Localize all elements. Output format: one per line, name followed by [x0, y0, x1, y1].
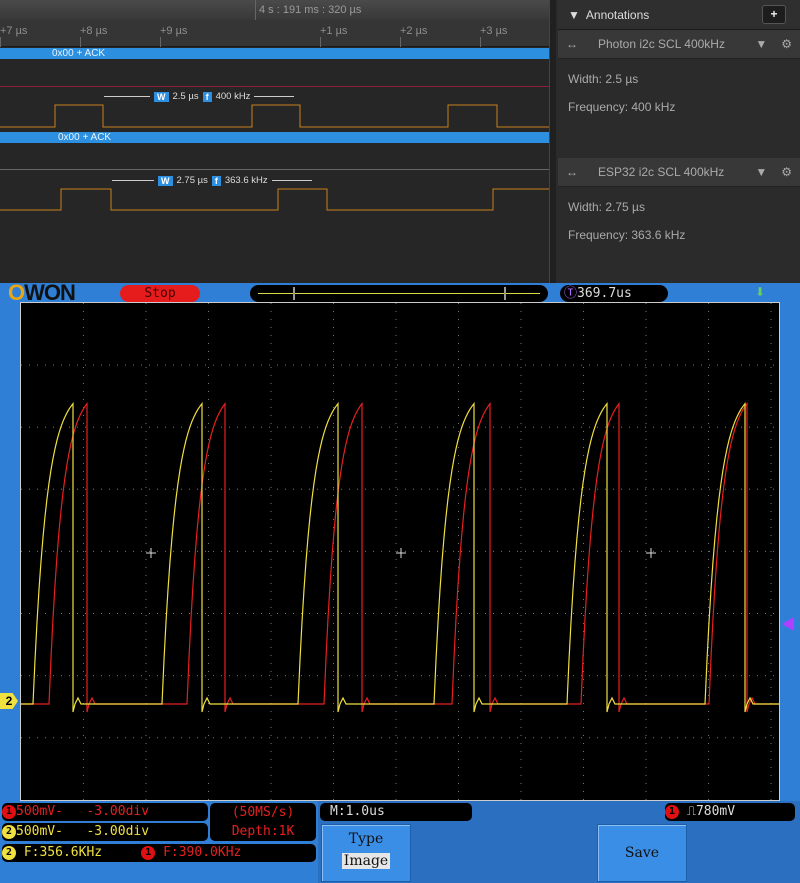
- annotation-name[interactable]: Photon i2c SCL 400kHz: [598, 37, 735, 51]
- ch1-settings: 1 500mV- -3.00div: [2, 803, 208, 821]
- scope-screen: [20, 302, 780, 801]
- width-arrows-icon: ↔: [566, 37, 578, 51]
- trigger-time-value: 369.7us: [577, 286, 632, 301]
- waveform-view[interactable]: 4 s : 191 ms : 320 µs +7 µs +8 µs +9 µs …: [0, 0, 549, 283]
- trigger-source-icon: 1: [665, 804, 679, 819]
- ch2-icon: 2: [2, 824, 16, 839]
- ch2-waveform: [21, 401, 779, 713]
- ch2-settings: 2 500mV- -3.00div: [2, 823, 208, 841]
- type-label: Type: [348, 831, 384, 847]
- memory-depth: Depth:1K: [231, 824, 295, 839]
- ch2-level-marker: 2: [0, 693, 18, 709]
- annotation-frequency: Frequency: 363.6 kHz: [568, 228, 686, 242]
- save-button[interactable]: Save: [597, 824, 687, 882]
- panel-title: Annotations: [585, 7, 650, 22]
- ch1-frequency: F:390.0KHz: [163, 845, 242, 860]
- ch1-icon: 1: [2, 804, 16, 819]
- annotations-panel: ▼ Annotations + ↔ Photon i2c SCL 400kHz ▼ ⚙ …: [558, 0, 800, 283]
- type-button[interactable]: Type Image: [321, 824, 411, 882]
- gear-icon[interactable]: ⚙: [781, 37, 792, 51]
- acquisition-info: (50MS/s) Depth:1K: [210, 803, 316, 841]
- type-value: Image: [341, 853, 391, 869]
- run-state: Stop: [120, 285, 200, 302]
- sample-rate: (50MS/s): [231, 805, 295, 820]
- memory-position-bar: [250, 285, 548, 302]
- trigger-time: Ⓣ369.7us: [560, 285, 668, 302]
- clock-traces: [0, 104, 549, 211]
- ch1-scale: 500mV-: [16, 804, 63, 819]
- gear-icon[interactable]: ⚙: [781, 165, 792, 179]
- width-arrows-icon: ↔: [566, 165, 578, 179]
- ch1-icon: 1: [141, 845, 156, 860]
- waveform-display: [21, 303, 779, 800]
- annotation-header[interactable]: ↔ ESP32 i2c SCL 400kHz ▼ ⚙: [558, 158, 800, 187]
- usb-icon: ⬇: [755, 285, 766, 299]
- annotation-name[interactable]: ESP32 i2c SCL 400kHz: [598, 165, 735, 179]
- logic-analyzer: 4 s : 191 ms : 320 µs +7 µs +8 µs +9 µs …: [0, 0, 800, 283]
- timebase: M:1.0us: [320, 803, 472, 821]
- ch1-offset: -3.00div: [86, 804, 150, 819]
- ch2-offset: -3.00div: [86, 824, 150, 839]
- owon-logo: OWON: [8, 280, 76, 305]
- ch2-icon: 2: [2, 845, 16, 860]
- rising-edge-icon: ⎍: [686, 804, 696, 819]
- trigger-level-marker: [782, 617, 794, 631]
- add-annotation-button[interactable]: +: [762, 5, 786, 24]
- annotation-frequency: Frequency: 400 kHz: [568, 100, 676, 114]
- annotation-header[interactable]: ↔ Photon i2c SCL 400kHz ▼ ⚙: [558, 30, 800, 59]
- trigger-level: 780mV: [695, 804, 736, 819]
- trigger-icon: Ⓣ: [564, 286, 578, 301]
- ch2-scale: 500mV-: [16, 824, 63, 839]
- collapse-icon[interactable]: ▼: [568, 8, 580, 22]
- dropdown-icon[interactable]: ▼ ⚙: [755, 37, 792, 51]
- annotation-width: Width: 2.75 µs: [568, 200, 645, 214]
- annotation-width: Width: 2.5 µs: [568, 72, 639, 86]
- dropdown-icon[interactable]: ▼ ⚙: [755, 165, 792, 179]
- frequency-readout: 2 F:356.6KHz 1 F:390.0KHz: [2, 844, 316, 862]
- trigger-settings: 1 ⎍780mV: [665, 803, 795, 821]
- vertical-scrollbar[interactable]: [549, 0, 556, 283]
- ch2-frequency: F:356.6KHz: [23, 845, 103, 860]
- ch1-waveform: [21, 401, 779, 713]
- oscilloscope: OWON Stop Ⓣ369.7us ⬇ 2 1 500mV- -3.00div …: [0, 280, 800, 883]
